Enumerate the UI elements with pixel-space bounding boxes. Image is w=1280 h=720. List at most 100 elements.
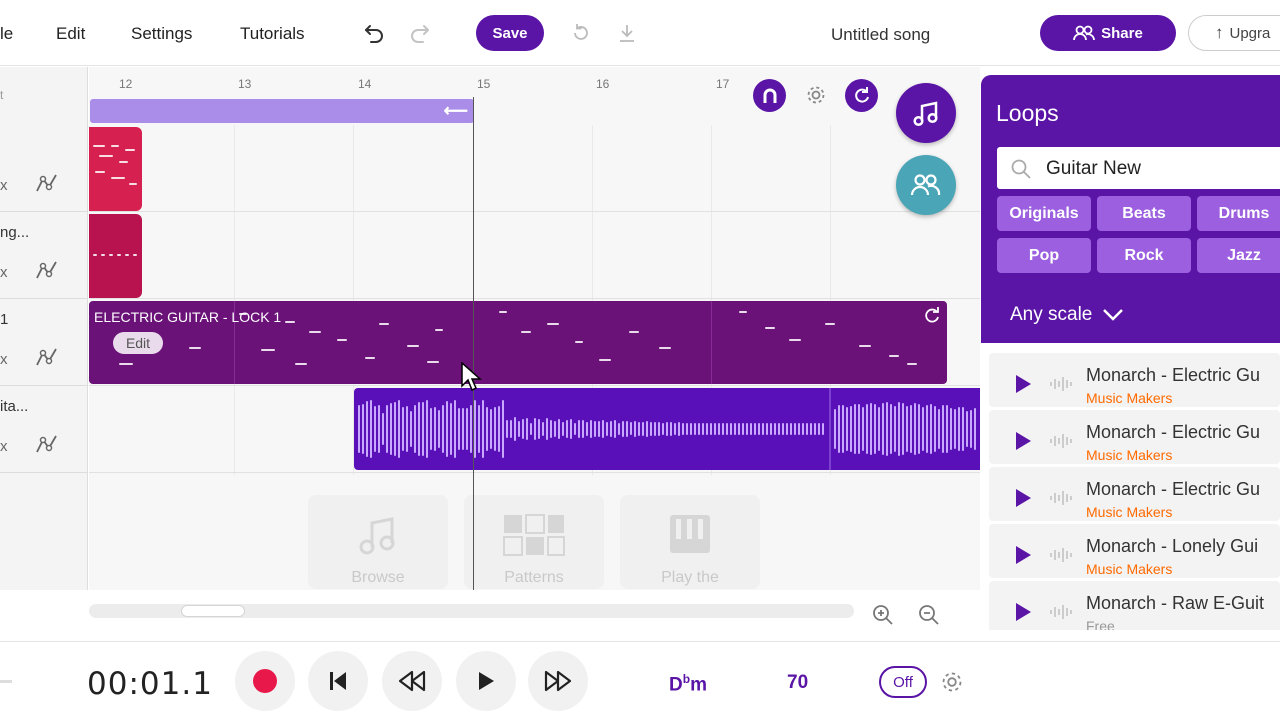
filter-chip[interactable]: Pop	[997, 238, 1091, 273]
loop-item[interactable]: Monarch - Electric Gu Music Makers	[989, 467, 1280, 521]
app-window: le Edit Settings Tutorials Save Untitled…	[0, 0, 1280, 720]
waveform-bar	[706, 423, 708, 435]
fast-forward-button[interactable]	[528, 651, 588, 711]
loop-name: Monarch - Raw E-Guit	[1086, 593, 1265, 613]
redo-icon[interactable]	[407, 20, 433, 46]
filter-chip[interactable]: Jazz	[1197, 238, 1280, 273]
automation-icon[interactable]	[34, 345, 60, 369]
zoom-out-icon[interactable]	[917, 603, 941, 627]
filter-chip[interactable]: Rock	[1097, 238, 1191, 273]
waveform-bar	[434, 406, 436, 452]
play-icon[interactable]	[1016, 432, 1031, 450]
play-icon[interactable]	[1016, 489, 1031, 507]
music-note-icon	[359, 517, 395, 555]
menu-settings[interactable]: Settings	[131, 24, 192, 44]
track-header-3[interactable]: 1 x	[0, 299, 88, 386]
mute-icon[interactable]: x	[0, 438, 8, 455]
mute-icon[interactable]: x	[0, 351, 8, 368]
waveform-bar	[422, 402, 424, 456]
automation-icon[interactable]	[34, 171, 60, 195]
waveform-bar	[614, 420, 616, 438]
key-selector[interactable]: Dbm	[669, 672, 707, 696]
menu-tutorials[interactable]: Tutorials	[240, 24, 305, 44]
waveform-bar	[514, 417, 516, 441]
loops-search-input[interactable]: Guitar New	[997, 147, 1280, 189]
waveform-bar	[486, 407, 488, 451]
waveform-bar	[634, 420, 636, 438]
play-icon[interactable]	[1016, 546, 1031, 564]
share-button[interactable]: Share	[1040, 15, 1176, 51]
scroll-thumb[interactable]	[181, 605, 245, 617]
loop-item[interactable]: Monarch - Raw E-Guit Free	[989, 581, 1280, 630]
horizontal-scrollbar[interactable]	[89, 604, 854, 618]
track-header-2[interactable]: ng... x	[0, 212, 88, 299]
electric-guitar-clip[interactable]: ELECTRIC GUITAR - LOCK 1 Edit	[89, 301, 947, 384]
play-button[interactable]	[456, 651, 516, 711]
loops-browser-button[interactable]	[896, 83, 956, 143]
waveform-bar	[390, 402, 392, 456]
waveform-bar	[586, 422, 588, 436]
ruler-mark: 13	[238, 77, 252, 91]
audio-clip[interactable]	[354, 388, 980, 470]
gear-icon[interactable]	[940, 670, 964, 694]
drum-clip[interactable]	[89, 214, 142, 298]
waveform-bar	[702, 422, 704, 436]
play-icon[interactable]	[1016, 603, 1031, 621]
track-header-4[interactable]: ita... x	[0, 386, 88, 473]
menu-file[interactable]: le	[0, 24, 13, 44]
track-lane-1[interactable]	[89, 125, 980, 212]
skip-to-start-button[interactable]	[308, 651, 368, 711]
automation-icon[interactable]	[34, 258, 60, 282]
loop-icon[interactable]	[845, 79, 878, 112]
waveform-bar	[638, 421, 640, 437]
track-header-1[interactable]: x	[0, 125, 88, 212]
metronome-toggle[interactable]: Off	[879, 666, 927, 698]
filter-chip[interactable]: Beats	[1097, 196, 1191, 231]
track-lane-2[interactable]	[89, 212, 980, 299]
midi-clip[interactable]	[89, 127, 142, 211]
loop-clip-icon[interactable]	[922, 305, 942, 325]
loop-item[interactable]: Monarch - Lonely Gui Music Makers	[989, 524, 1280, 578]
undo-icon[interactable]	[361, 20, 387, 46]
playhead[interactable]	[473, 97, 474, 590]
rewind-button[interactable]	[382, 651, 442, 711]
edit-clip-button[interactable]: Edit	[113, 332, 163, 354]
arrow-left-icon[interactable]: ⟵	[444, 101, 468, 121]
scale-dropdown[interactable]: Any scale	[1010, 304, 1124, 326]
loop-item[interactable]: Monarch - Electric Gu Music Makers	[989, 353, 1280, 407]
timeline[interactable]: 12 13 14 15 16 17 ⟵ ELECTRIC GUITAR - LO…	[89, 67, 980, 590]
collaborators-button[interactable]	[896, 155, 956, 215]
song-title[interactable]: Untitled song	[831, 25, 930, 45]
mute-icon[interactable]: x	[0, 264, 8, 281]
waveform-bar	[610, 420, 612, 438]
filter-chip[interactable]: Originals	[997, 196, 1091, 231]
gear-icon[interactable]	[802, 81, 830, 109]
upgrade-button[interactable]: ↑ Upgra	[1188, 15, 1280, 51]
waveform-bar	[498, 405, 500, 453]
automation-icon[interactable]	[34, 432, 60, 456]
chevron-down-icon	[1103, 309, 1124, 321]
download-icon[interactable]	[614, 20, 640, 46]
menu-edit[interactable]: Edit	[56, 24, 85, 44]
play-icon[interactable]	[1016, 375, 1031, 393]
loop-region[interactable]: ⟵	[90, 99, 474, 123]
save-button[interactable]: Save	[476, 15, 544, 51]
filter-chip[interactable]: Drums	[1197, 196, 1280, 231]
browse-card[interactable]: Browse	[308, 495, 448, 589]
record-icon	[253, 669, 277, 693]
patterns-card[interactable]: Patterns	[464, 495, 604, 589]
zoom-in-icon[interactable]	[871, 603, 895, 627]
tempo-value[interactable]: 70	[787, 672, 808, 694]
waveform-bar	[470, 405, 472, 453]
loop-item[interactable]: Monarch - Electric Gu Music Makers	[989, 410, 1280, 464]
record-button[interactable]	[235, 651, 295, 711]
waveform-bar	[774, 423, 776, 435]
collaborators-icon	[910, 174, 941, 196]
waveform-bar	[550, 420, 552, 438]
volume-slider-partial[interactable]	[0, 680, 12, 683]
loop-name: Monarch - Lonely Gui	[1086, 536, 1259, 556]
mute-icon[interactable]: x	[0, 177, 8, 194]
magnet-icon[interactable]	[753, 79, 786, 112]
history-icon[interactable]	[568, 20, 594, 46]
play-instrument-card[interactable]: Play the	[620, 495, 760, 589]
